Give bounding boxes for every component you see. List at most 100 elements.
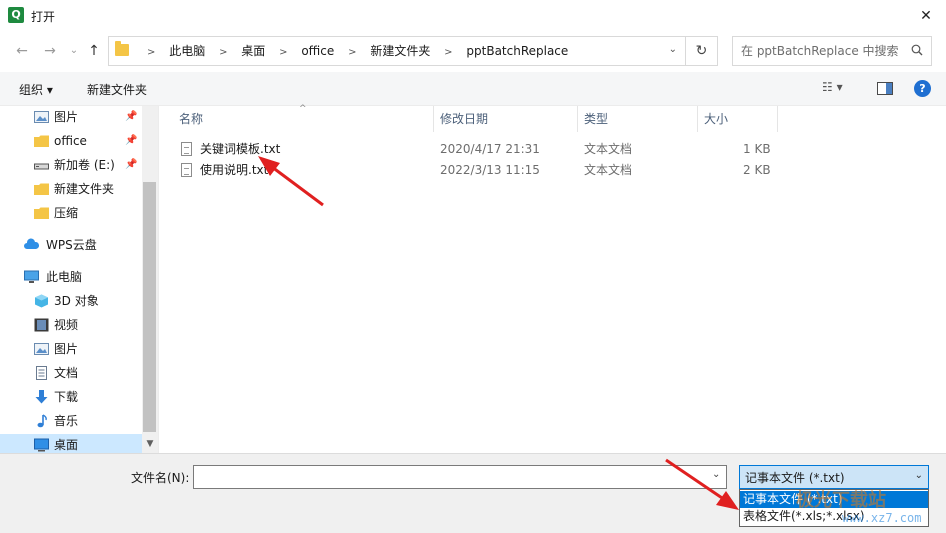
- sidebar-item-label: office: [54, 134, 87, 148]
- search-input[interactable]: 在 pptBatchReplace 中搜索: [741, 37, 899, 65]
- sidebar-item-downloads[interactable]: 下载: [0, 386, 142, 408]
- file-name: 关键词模板.txt: [200, 142, 281, 156]
- sort-ascending-icon: ^: [299, 104, 307, 114]
- sidebar-scrollbar-thumb[interactable]: [143, 182, 156, 432]
- column-header-size[interactable]: 大小: [704, 106, 728, 132]
- sidebar-item-label: 下载: [54, 390, 79, 404]
- sidebar-item-music[interactable]: 音乐: [0, 410, 142, 432]
- file-modified: 2022/3/13 11:15: [440, 163, 540, 177]
- view-options-button[interactable]: ☷ ▾: [822, 80, 843, 94]
- text-file-icon: [181, 163, 192, 177]
- sidebar-item-label: 新加卷 (E:): [54, 158, 115, 172]
- sidebar-item-label: 桌面: [54, 438, 79, 452]
- sidebar-item-label: WPS云盘: [46, 238, 97, 252]
- table-row[interactable]: 关键词模板.txt 2020/4/17 21:31 文本文档 1 KB: [159, 139, 946, 159]
- column-divider[interactable]: [433, 106, 434, 132]
- preview-pane-icon[interactable]: [877, 82, 893, 95]
- column-divider[interactable]: [777, 106, 778, 132]
- back-arrow-icon[interactable]: ←: [12, 40, 32, 62]
- search-box[interactable]: 在 pptBatchReplace 中搜索: [732, 36, 932, 66]
- sidebar-item-compress[interactable]: 压缩: [0, 202, 142, 224]
- sidebar-item-label: 此电脑: [46, 270, 83, 284]
- window-title: 打开: [31, 10, 56, 24]
- video-icon: [34, 318, 49, 332]
- download-icon: [35, 390, 48, 404]
- document-icon: [36, 366, 47, 380]
- breadcrumb-new-folder[interactable]: 新建文件夹: [370, 44, 430, 58]
- text-file-icon: [181, 142, 192, 156]
- pictures-icon: [34, 111, 49, 123]
- sidebar-item-label: 图片: [54, 110, 79, 124]
- chevron-right-icon: >: [219, 47, 228, 58]
- filetype-selected: 记事本文件 (*.txt): [745, 471, 845, 485]
- navigation-bar: ← → ⌄ ↑ > 此电脑 > 桌面 > office > 新建文件夹 > pp…: [0, 32, 946, 72]
- search-icon[interactable]: [911, 44, 923, 56]
- column-header-modified[interactable]: 修改日期: [440, 106, 488, 132]
- breadcrumb-this-pc[interactable]: 此电脑: [169, 44, 205, 58]
- recent-locations-chevron-icon[interactable]: ⌄: [64, 40, 84, 62]
- sidebar-item-label: 图片: [54, 342, 79, 356]
- chevron-right-icon: >: [444, 47, 453, 58]
- chevron-right-icon: >: [147, 47, 156, 58]
- forward-arrow-icon[interactable]: →: [40, 40, 60, 62]
- chevron-down-icon[interactable]: ⌄: [669, 44, 677, 55]
- filename-label: 文件名(N):: [131, 471, 190, 485]
- table-row[interactable]: 使用说明.txt 2022/3/13 11:15 文本文档 2 KB: [159, 160, 946, 180]
- pictures-icon: [34, 343, 49, 355]
- app-icon: Q: [8, 7, 24, 23]
- chevron-down-icon[interactable]: ⌄: [915, 470, 923, 481]
- sidebar-item-pictures-2[interactable]: 图片: [0, 338, 142, 360]
- file-type: 文本文档: [584, 163, 633, 177]
- folder-icon: [34, 135, 49, 147]
- column-header-name[interactable]: 名称: [179, 106, 203, 132]
- folder-icon: [34, 183, 49, 195]
- close-button[interactable]: ✕: [906, 0, 946, 32]
- sidebar-item-documents[interactable]: 文档: [0, 362, 142, 384]
- title-bar: Q 打开 ✕: [0, 0, 946, 32]
- breadcrumb-desktop[interactable]: 桌面: [241, 44, 265, 58]
- navigation-pane: 图片 📌 office 📌 新加卷 (E:) 📌 新建文件夹 压缩 WPS云盘 …: [0, 106, 158, 453]
- sidebar-item-desktop[interactable]: 桌面: [0, 434, 142, 453]
- sidebar-item-office[interactable]: office 📌: [0, 130, 142, 152]
- breadcrumb: > 此电脑 > 桌面 > office > 新建文件夹 > pptBatchRe…: [137, 37, 568, 65]
- watermark-url: www.xz7.com: [842, 511, 922, 525]
- sidebar-item-label: 新建文件夹: [54, 182, 115, 196]
- cube-icon: [35, 294, 48, 308]
- breadcrumb-pptbatchreplace[interactable]: pptBatchReplace: [466, 44, 568, 58]
- column-divider[interactable]: [697, 106, 698, 132]
- pin-icon: 📌: [125, 159, 138, 170]
- desktop-icon: [34, 438, 49, 452]
- breadcrumb-office[interactable]: office: [301, 44, 334, 58]
- sidebar-item-videos[interactable]: 视频: [0, 314, 142, 336]
- computer-icon: [24, 270, 39, 283]
- scroll-down-chevron-icon[interactable]: ▼: [142, 436, 158, 452]
- up-arrow-icon[interactable]: ↑: [84, 40, 104, 62]
- command-bar: 组织 ▾ 新建文件夹 ☷ ▾ ?: [0, 72, 946, 106]
- file-size: 2 KB: [743, 163, 771, 177]
- sidebar-item-label: 3D 对象: [54, 294, 99, 308]
- sidebar-item-3d-objects[interactable]: 3D 对象: [0, 290, 142, 312]
- file-size: 1 KB: [743, 142, 771, 156]
- sidebar-item-label: 音乐: [54, 414, 79, 428]
- file-name: 使用说明.txt: [200, 163, 269, 177]
- help-icon[interactable]: ?: [914, 80, 931, 97]
- watermark-logo: 极光下载站: [796, 490, 886, 511]
- organize-button[interactable]: 组织 ▾: [19, 81, 53, 98]
- column-divider[interactable]: [577, 106, 578, 132]
- refresh-icon[interactable]: ↻: [686, 36, 718, 66]
- sidebar-item-new-folder[interactable]: 新建文件夹: [0, 178, 142, 200]
- file-list: ^ 名称 修改日期 类型 大小 关键词模板.txt 2020/4/17 21:3…: [158, 104, 946, 453]
- sidebar-item-this-pc[interactable]: 此电脑: [0, 266, 142, 288]
- column-header-type[interactable]: 类型: [584, 106, 608, 132]
- drive-icon: [34, 163, 49, 170]
- sidebar-item-label: 压缩: [54, 206, 79, 220]
- sidebar-item-label: 文档: [54, 366, 79, 380]
- address-bar[interactable]: > 此电脑 > 桌面 > office > 新建文件夹 > pptBatchRe…: [108, 36, 686, 66]
- folder-icon: [34, 207, 49, 219]
- sidebar-item-drive-e[interactable]: 新加卷 (E:) 📌: [0, 154, 142, 176]
- sidebar-item-wps-cloud[interactable]: WPS云盘: [0, 234, 142, 256]
- filename-input[interactable]: [193, 465, 727, 489]
- sidebar-item-pictures[interactable]: 图片 📌: [0, 106, 142, 128]
- file-modified: 2020/4/17 21:31: [440, 142, 540, 156]
- new-folder-button[interactable]: 新建文件夹: [87, 81, 147, 98]
